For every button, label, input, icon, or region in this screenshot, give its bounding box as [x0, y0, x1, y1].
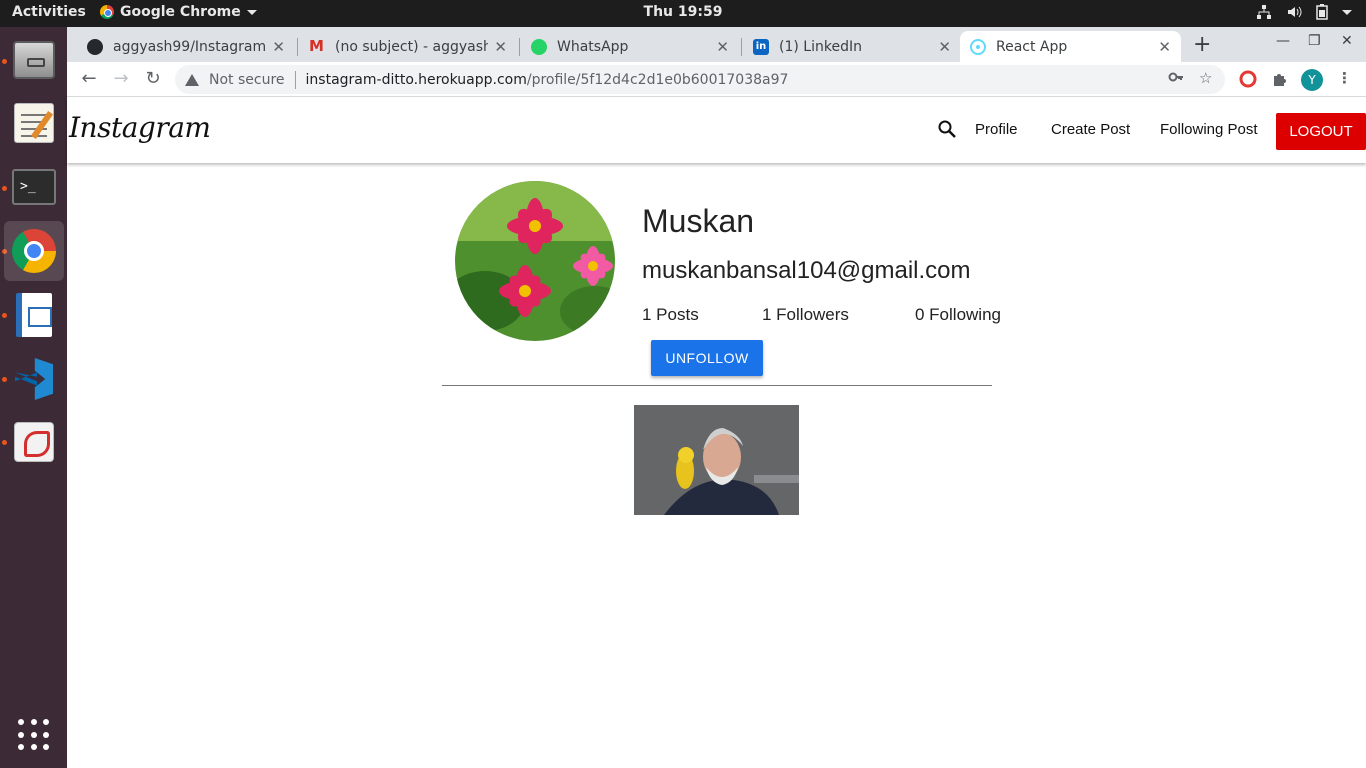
- dock-writer[interactable]: [4, 285, 64, 345]
- tab-title: React App: [996, 38, 1068, 55]
- tab-title: WhatsApp: [557, 38, 629, 55]
- post-thumbnail[interactable]: [634, 405, 799, 515]
- brand-logo[interactable]: Instagram: [69, 111, 211, 144]
- show-applications-button[interactable]: [4, 705, 64, 765]
- nav-create-post-link[interactable]: Create Post: [1051, 121, 1130, 138]
- document-viewer-icon: [14, 422, 54, 462]
- tab-title: (no subject) - aggyash9: [335, 38, 489, 55]
- forward-button[interactable]: →: [109, 67, 133, 91]
- activities-button[interactable]: Activities: [12, 4, 86, 20]
- tab-strip: aggyash99/Instagram- ✕ (no subject) - ag…: [67, 27, 1366, 62]
- app-menu-label: Google Chrome: [120, 4, 241, 20]
- volume-icon: [1288, 6, 1302, 18]
- react-icon: [970, 38, 986, 55]
- following-count: 0 Following: [915, 305, 1001, 324]
- tab-title: (1) LinkedIn: [779, 38, 862, 55]
- whatsapp-icon: [531, 38, 547, 55]
- chrome-icon: [12, 229, 56, 273]
- tab-gmail[interactable]: (no subject) - aggyash9 ✕: [299, 31, 517, 62]
- bookmark-star-icon[interactable]: ☆: [1199, 69, 1212, 87]
- chevron-down-icon: [1342, 9, 1352, 15]
- app-menu[interactable]: Google Chrome: [100, 4, 257, 20]
- close-icon[interactable]: ✕: [716, 38, 729, 56]
- linkedin-icon: in: [753, 38, 769, 55]
- tab-github[interactable]: aggyash99/Instagram- ✕: [77, 31, 295, 62]
- terminal-icon: >_: [12, 169, 56, 205]
- extensions-icon[interactable]: [1271, 70, 1289, 88]
- tab-linkedin[interactable]: in (1) LinkedIn ✕: [743, 31, 961, 62]
- reload-button[interactable]: ↻: [141, 67, 165, 91]
- profile-name: Muskan: [642, 203, 755, 239]
- divider: [442, 385, 992, 386]
- close-icon[interactable]: ✕: [494, 38, 507, 56]
- browser-toolbar: ← → ↻ Not secure instagram-ditto.herokua…: [67, 62, 1366, 97]
- tab-title: aggyash99/Instagram-: [113, 38, 267, 55]
- dock-document-viewer[interactable]: [4, 412, 64, 472]
- dock-terminal[interactable]: >_: [4, 157, 64, 217]
- profile-picture: [455, 181, 615, 341]
- system-top-bar: Activities Google Chrome Thu 19:59: [0, 0, 1366, 27]
- gmail-icon: [309, 37, 325, 55]
- text-editor-icon: [14, 103, 54, 143]
- restore-button[interactable]: ❐: [1308, 33, 1321, 49]
- security-label[interactable]: Not secure: [209, 72, 285, 88]
- address-bar[interactable]: Not secure instagram-ditto.herokuapp.com…: [175, 65, 1225, 94]
- profile-avatar[interactable]: Y: [1301, 69, 1323, 91]
- dock-text-editor[interactable]: [4, 93, 64, 153]
- app-grid-icon: [18, 719, 50, 751]
- menu-kebab-icon[interactable]: ⋮: [1337, 69, 1352, 87]
- vscode-icon: [13, 358, 55, 400]
- dock: >_: [0, 27, 67, 768]
- back-button[interactable]: ←: [77, 67, 101, 91]
- chevron-down-icon: [246, 9, 257, 15]
- url-path: /profile/5f12d4c2d1e0b60017038a97: [526, 71, 789, 88]
- logout-button[interactable]: LOGOUT: [1276, 113, 1366, 150]
- clock[interactable]: Thu 19:59: [644, 4, 723, 20]
- battery-icon: [1316, 4, 1328, 20]
- followers-count: 1 Followers: [762, 305, 849, 324]
- dock-chrome[interactable]: [4, 221, 64, 281]
- new-tab-button[interactable]: +: [1193, 32, 1211, 57]
- key-icon[interactable]: [1168, 69, 1184, 85]
- profile-email: muskanbansal104@gmail.com: [642, 257, 971, 284]
- nav-following-post-link[interactable]: Following Post: [1160, 121, 1258, 138]
- close-window-button[interactable]: ✕: [1341, 33, 1353, 49]
- files-icon: [13, 41, 55, 79]
- grammarly-icon[interactable]: [1239, 70, 1257, 88]
- minimize-button[interactable]: —: [1276, 33, 1290, 49]
- close-icon[interactable]: ✕: [1158, 38, 1171, 56]
- url-host: instagram-ditto.herokuapp.com: [305, 71, 527, 88]
- warning-icon[interactable]: [185, 73, 199, 86]
- system-tray[interactable]: [1256, 4, 1352, 20]
- dock-vscode[interactable]: [4, 349, 64, 409]
- app-navbar: Instagram Profile Create Post Following …: [67, 97, 1366, 163]
- dock-files[interactable]: [4, 30, 64, 90]
- posts-count: 1 Posts: [642, 305, 699, 324]
- chrome-icon: [100, 5, 114, 19]
- search-icon[interactable]: [938, 120, 956, 138]
- close-icon[interactable]: ✕: [938, 38, 951, 56]
- tab-whatsapp[interactable]: WhatsApp ✕: [521, 31, 739, 62]
- web-page: Instagram Profile Create Post Following …: [67, 97, 1366, 768]
- libreoffice-writer-icon: [16, 293, 52, 337]
- close-icon[interactable]: ✕: [272, 38, 285, 56]
- unfollow-button[interactable]: UNFOLLOW: [651, 340, 763, 376]
- nav-profile-link[interactable]: Profile: [975, 121, 1018, 138]
- tab-react-app[interactable]: React App ✕: [960, 31, 1181, 62]
- github-icon: [87, 38, 103, 55]
- network-icon: [1257, 5, 1271, 19]
